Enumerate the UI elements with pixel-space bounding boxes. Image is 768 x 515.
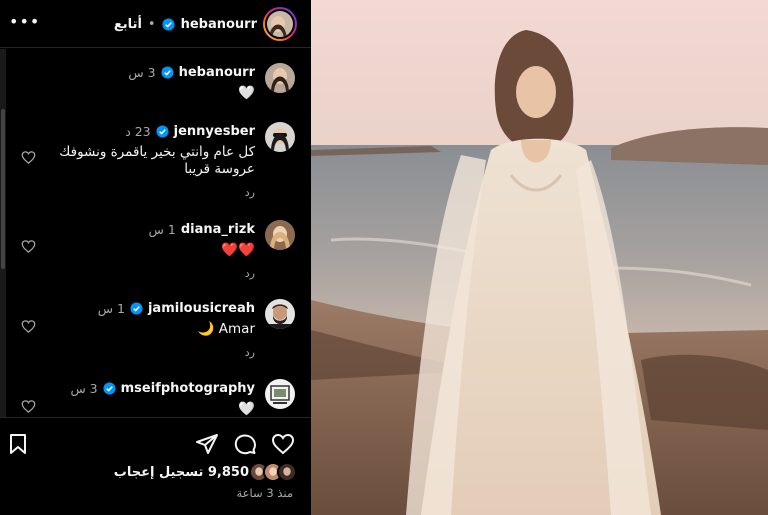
heart-icon[interactable] — [21, 150, 36, 165]
comment-text: ❤️❤️ — [221, 242, 255, 258]
comments-scrollbar[interactable] — [0, 49, 6, 417]
author-username[interactable]: hebanourr — [181, 17, 257, 32]
comment-time: 1 س — [148, 221, 176, 237]
likes-count[interactable]: 9,850 تسجيل إعجاب — [114, 465, 249, 480]
likes-number: 9,850 — [207, 464, 249, 480]
reply-button[interactable]: رد — [16, 186, 255, 199]
likes-summary[interactable]: 9,850 تسجيل إعجاب — [114, 462, 297, 482]
comments-list[interactable]: hebanourr 3 س 🤍 jennyesber 23 د كل عام و… — [0, 49, 311, 417]
separator-dot: • — [147, 16, 156, 32]
heart-icon[interactable] — [21, 239, 36, 254]
comment-icon[interactable] — [233, 432, 257, 456]
comment-username[interactable]: mseifphotography — [121, 381, 255, 396]
scrollbar-thumb[interactable] — [1, 109, 5, 269]
avatar — [277, 462, 297, 482]
comment-username[interactable]: diana_rizk — [181, 222, 255, 237]
post-timestamp: منذ 3 ساعة — [236, 486, 293, 500]
reply-button[interactable]: رد — [16, 267, 255, 280]
avatar[interactable] — [265, 220, 295, 250]
author-avatar[interactable] — [265, 9, 295, 39]
avatar[interactable] — [265, 379, 295, 409]
comment-item: jennyesber 23 د كل عام وانتي بخير ياقمرة… — [16, 122, 295, 199]
post-side-panel: ••• hebanourr • أتابع hebanourr 3 س 🤍 je… — [0, 0, 311, 515]
verified-badge-icon — [156, 124, 169, 138]
comment-username[interactable]: jennyesber — [174, 124, 255, 139]
post-header: ••• hebanourr • أتابع — [0, 0, 311, 48]
comment-text: 🤍 — [238, 401, 255, 417]
post-photo — [311, 0, 768, 515]
verified-badge-icon — [162, 17, 175, 31]
comment-item: diana_rizk 1 س ❤️❤️ رد — [16, 220, 295, 280]
comment-item: mseifphotography 3 س 🤍 — [16, 379, 295, 417]
avatar[interactable] — [265, 63, 295, 93]
verified-badge-icon — [161, 65, 174, 79]
following-button[interactable]: أتابع — [114, 17, 142, 32]
comment-text: 🤍 — [238, 85, 255, 101]
comment-username[interactable]: jamilousicreah — [148, 301, 255, 316]
comment-time: 3 س — [70, 380, 98, 396]
more-options-icon[interactable]: ••• — [9, 12, 40, 31]
verified-badge-icon — [103, 381, 116, 395]
post-actions: 9,850 تسجيل إعجاب منذ 3 ساعة — [0, 417, 311, 515]
avatar[interactable] — [265, 122, 295, 152]
verified-badge-icon — [130, 301, 143, 315]
comment-time: 23 د — [125, 123, 151, 139]
comment-text: Amar 🌙 — [197, 321, 255, 337]
comment-username[interactable]: hebanourr — [179, 65, 255, 80]
post-image[interactable] — [311, 0, 768, 515]
bookmark-icon[interactable] — [6, 432, 30, 456]
comment-item: jamilousicreah 1 س Amar 🌙 رد — [16, 299, 295, 359]
caption-item: hebanourr 3 س 🤍 — [16, 63, 295, 102]
avatar[interactable] — [265, 299, 295, 329]
comment-time: 3 س — [128, 64, 156, 80]
heart-icon[interactable] — [271, 432, 295, 456]
heart-icon[interactable] — [21, 399, 36, 414]
likes-label: تسجيل إعجاب — [113, 464, 204, 480]
liker-avatars — [249, 462, 297, 482]
comment-time: 1 س — [97, 300, 125, 316]
reply-button[interactable]: رد — [16, 346, 255, 359]
share-icon[interactable] — [195, 432, 219, 456]
comment-text: كل عام وانتي بخير ياقمرة ونشوفك عروسة قر… — [59, 144, 255, 177]
heart-icon[interactable] — [21, 319, 36, 334]
author-avatar-ring[interactable] — [263, 7, 297, 41]
post-author: hebanourr • أتابع — [114, 5, 297, 43]
